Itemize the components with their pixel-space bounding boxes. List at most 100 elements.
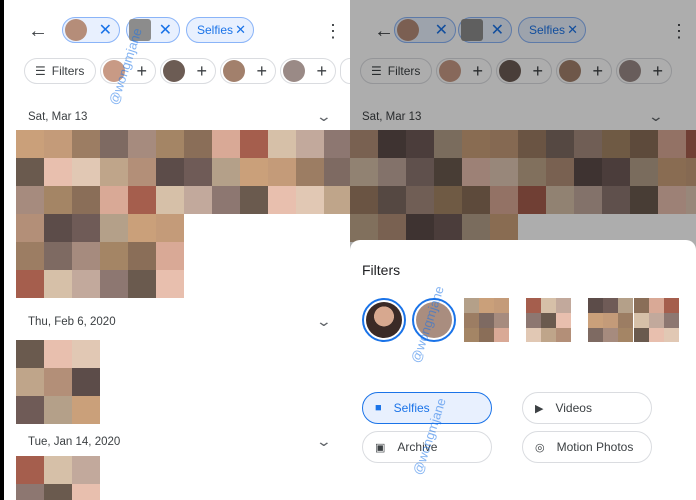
close-icon[interactable]: ✕ — [491, 20, 504, 40]
photo-thumbnail[interactable] — [72, 214, 100, 242]
photo-thumbnail[interactable] — [44, 484, 72, 500]
photo-thumbnail[interactable] — [350, 214, 378, 242]
photo-thumbnail[interactable] — [72, 130, 100, 158]
photo-thumbnail[interactable] — [490, 158, 518, 186]
add-person-chip[interactable]: + — [160, 58, 216, 84]
photo-thumbnail[interactable] — [212, 130, 240, 158]
close-icon[interactable]: ✕ — [435, 20, 448, 40]
face-filter[interactable] — [464, 298, 510, 342]
photo-thumbnail[interactable] — [72, 396, 100, 424]
photo-thumbnail[interactable] — [618, 328, 633, 342]
add-person-chip[interactable]: + — [280, 58, 336, 84]
close-icon[interactable]: ✕ — [159, 20, 172, 40]
photo-thumbnail[interactable] — [434, 186, 462, 214]
photo-thumbnail[interactable] — [184, 186, 212, 214]
photo-thumbnail[interactable] — [72, 484, 100, 500]
photo-thumbnail[interactable] — [649, 328, 664, 342]
photo-thumbnail[interactable] — [72, 270, 100, 298]
photo-thumbnail[interactable] — [664, 328, 679, 342]
photo-thumbnail[interactable] — [686, 186, 696, 214]
photo-thumbnail[interactable] — [479, 328, 494, 342]
photo-thumbnail[interactable] — [16, 368, 44, 396]
photo-thumbnail[interactable] — [630, 130, 658, 158]
photo-thumbnail[interactable] — [350, 130, 378, 158]
chevron-down-icon[interactable]: ⌄ — [316, 313, 332, 330]
search-chip-person-2[interactable]: ✕ — [458, 17, 512, 43]
photo-thumbnail[interactable] — [128, 242, 156, 270]
photo-thumbnail[interactable] — [44, 186, 72, 214]
photo-thumbnail[interactable] — [72, 186, 100, 214]
photo-thumbnail[interactable] — [156, 214, 184, 242]
photo-thumbnail[interactable] — [156, 242, 184, 270]
photo-thumbnail[interactable] — [72, 368, 100, 396]
photo-thumbnail[interactable] — [686, 158, 696, 186]
photo-thumbnail[interactable] — [44, 270, 72, 298]
photo-thumbnail[interactable] — [479, 298, 494, 313]
add-person-chip[interactable]: + — [556, 58, 612, 84]
photo-thumbnail[interactable] — [603, 298, 618, 313]
photo-thumbnail[interactable] — [658, 130, 686, 158]
photo-thumbnail[interactable] — [44, 242, 72, 270]
photo-thumbnail[interactable] — [100, 130, 128, 158]
filters-button[interactable]: ☰ Filters — [24, 58, 96, 84]
photo-thumbnail[interactable] — [268, 186, 296, 214]
add-person-chip[interactable]: + — [436, 58, 492, 84]
photo-thumbnail[interactable] — [16, 270, 44, 298]
photo-thumbnail[interactable] — [296, 186, 324, 214]
photo-thumbnail[interactable] — [44, 368, 72, 396]
photo-thumbnail[interactable] — [588, 298, 603, 313]
photo-thumbnail[interactable] — [156, 158, 184, 186]
more-options-icon[interactable]: ⋮ — [670, 22, 688, 40]
photo-thumbnail[interactable] — [44, 130, 72, 158]
back-arrow-icon[interactable]: ← — [28, 20, 50, 42]
photo-thumbnail[interactable] — [324, 158, 350, 186]
filters-button[interactable]: ☰ Filters — [360, 58, 432, 84]
photo-thumbnail[interactable] — [16, 158, 44, 186]
photo-thumbnail[interactable] — [406, 186, 434, 214]
photo-thumbnail[interactable] — [268, 158, 296, 186]
photo-thumbnail[interactable] — [406, 158, 434, 186]
photo-thumbnail[interactable] — [634, 313, 649, 328]
photo-thumbnail[interactable] — [350, 158, 378, 186]
photo-thumbnail[interactable] — [664, 298, 679, 313]
chevron-down-icon[interactable]: ⌄ — [316, 108, 332, 125]
photo-thumbnail[interactable] — [541, 328, 556, 342]
type-filter-videos[interactable]: ▶ Videos — [522, 392, 652, 424]
photo-thumbnail[interactable] — [184, 130, 212, 158]
photo-thumbnail[interactable] — [634, 328, 649, 342]
photo-thumbnail[interactable] — [100, 158, 128, 186]
photo-thumbnail[interactable] — [72, 340, 100, 368]
photo-thumbnail[interactable] — [588, 328, 603, 342]
photo-thumbnail[interactable] — [546, 186, 574, 214]
photo-thumbnail[interactable] — [664, 313, 679, 328]
photo-thumbnail[interactable] — [128, 130, 156, 158]
photo-thumbnail[interactable] — [658, 186, 686, 214]
photo-thumbnail[interactable] — [603, 313, 618, 328]
photo-thumbnail[interactable] — [128, 270, 156, 298]
photo-thumbnail[interactable] — [128, 186, 156, 214]
type-filter-motion-photos[interactable]: ◎ Motion Photos — [522, 431, 652, 463]
photo-thumbnail[interactable] — [240, 186, 268, 214]
photo-thumbnail[interactable] — [16, 214, 44, 242]
photo-thumbnail[interactable] — [494, 298, 509, 313]
photo-thumbnail[interactable] — [240, 130, 268, 158]
photo-thumbnail[interactable] — [72, 242, 100, 270]
photo-thumbnail[interactable] — [658, 158, 686, 186]
photo-thumbnail[interactable] — [546, 158, 574, 186]
photo-thumbnail[interactable] — [686, 130, 696, 158]
photo-thumbnail[interactable] — [16, 456, 44, 484]
face-filter[interactable] — [526, 298, 572, 342]
photo-thumbnail[interactable] — [44, 214, 72, 242]
chevron-down-icon[interactable]: ⌄ — [316, 433, 332, 450]
add-person-chip[interactable]: + — [496, 58, 552, 84]
photo-thumbnail[interactable] — [546, 130, 574, 158]
photo-thumbnail[interactable] — [212, 158, 240, 186]
photo-thumbnail[interactable] — [156, 130, 184, 158]
photo-thumbnail[interactable] — [72, 158, 100, 186]
search-chip-selfies[interactable]: Selfies ✕ — [518, 17, 586, 43]
photo-thumbnail[interactable] — [296, 158, 324, 186]
photo-thumbnail[interactable] — [526, 298, 541, 313]
photo-thumbnail[interactable] — [16, 186, 44, 214]
photo-thumbnail[interactable] — [603, 328, 618, 342]
photo-thumbnail[interactable] — [490, 214, 518, 242]
